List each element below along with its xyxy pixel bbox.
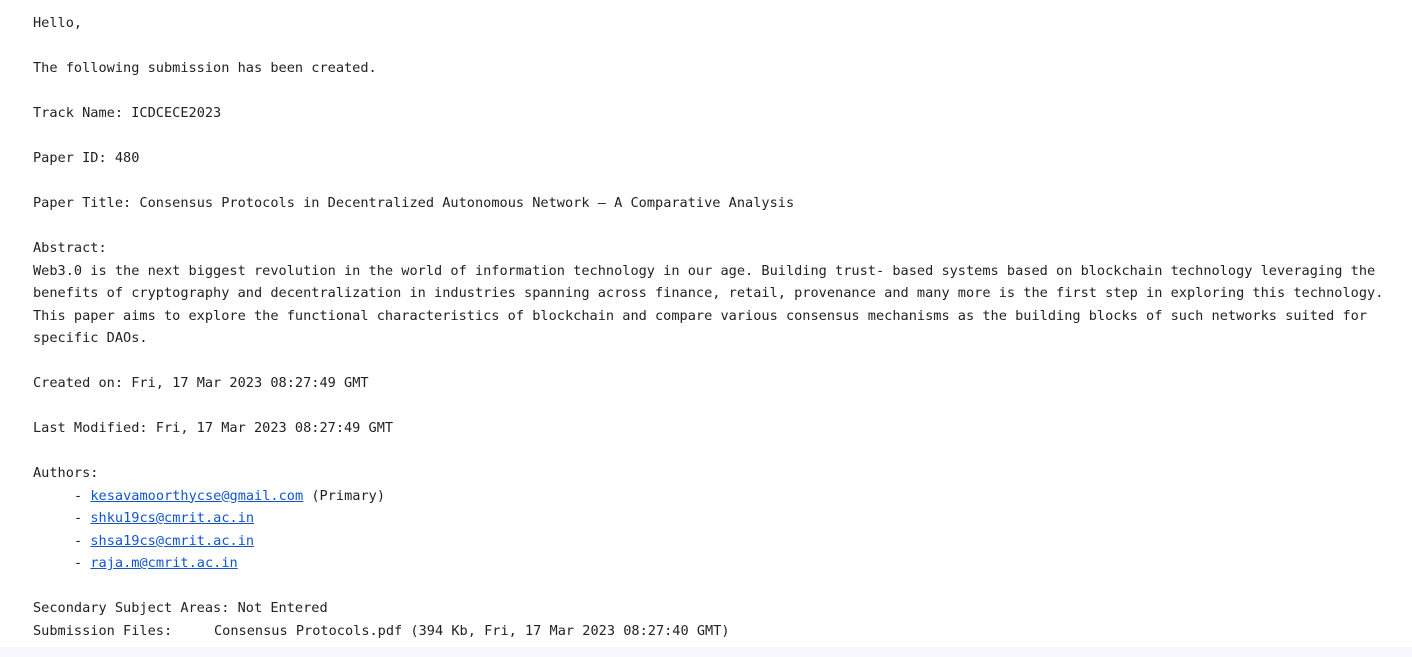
author-bullet: - <box>74 510 91 526</box>
author-email-link[interactable]: kesavamoorthycse@gmail.com <box>90 488 303 504</box>
paper-title-label: Paper Title: <box>33 195 132 211</box>
intro-text: The following submission has been create… <box>33 60 377 76</box>
track-name-value: ICDCECE2023 <box>131 105 222 121</box>
submission-files-value: Consensus Protocols.pdf (394 Kb, Fri, 17… <box>214 622 730 639</box>
author-item: - kesavamoorthycse@gmail.com (Primary) <box>33 485 1403 508</box>
created-on-label: Created on: <box>33 375 124 391</box>
author-bullet: - <box>74 487 91 504</box>
track-name-label: Track Name: <box>33 105 124 121</box>
bottom-band <box>0 647 1412 657</box>
paper-id-row: Paper ID: 480 <box>33 147 1403 170</box>
secondary-subject-areas-value: Not Entered <box>237 600 328 616</box>
last-modified-row: Last Modified: Fri, 17 Mar 2023 08:27:49… <box>33 417 1403 440</box>
author-item: - shku19cs@cmrit.ac.in <box>33 507 1403 530</box>
paper-id-value: 480 <box>114 150 140 166</box>
track-name-row: Track Name: ICDCECE2023 <box>33 102 1403 125</box>
greeting: Hello, <box>33 15 83 31</box>
author-primary-note: (Primary) <box>303 487 386 504</box>
created-on-row: Created on: Fri, 17 Mar 2023 08:27:49 GM… <box>33 372 1403 395</box>
author-bullet: - <box>74 555 91 571</box>
email-body: Hello, The following submission has been… <box>33 12 1403 642</box>
author-email-link[interactable]: shku19cs@cmrit.ac.in <box>90 510 254 526</box>
author-email-link[interactable]: shsa19cs@cmrit.ac.in <box>90 533 254 549</box>
submission-files-label: Submission Files: <box>33 622 173 639</box>
abstract-label: Abstract: <box>33 240 107 256</box>
author-bullet: - <box>74 532 91 549</box>
authors-label: Authors: <box>33 465 99 481</box>
author-item: - raja.m@cmrit.ac.in <box>33 552 1403 575</box>
last-modified-label: Last Modified: <box>33 420 148 436</box>
submission-files-row: Submission Files: Consensus Protocols.pd… <box>33 620 1403 643</box>
abstract-text: Web3.0 is the next biggest revolution in… <box>33 262 1384 347</box>
secondary-subject-areas-row: Secondary Subject Areas: Not Entered <box>33 597 1403 620</box>
paper-title-row: Paper Title: Consensus Protocols in Dece… <box>33 192 1403 215</box>
authors-list: - kesavamoorthycse@gmail.com (Primary) -… <box>33 485 1403 575</box>
paper-title-value: Consensus Protocols in Decentralized Aut… <box>139 195 795 211</box>
author-item: - shsa19cs@cmrit.ac.in <box>33 530 1403 553</box>
created-on-value: Fri, 17 Mar 2023 08:27:49 GMT <box>131 375 369 391</box>
secondary-subject-areas-label: Secondary Subject Areas: <box>33 600 230 616</box>
paper-id-label: Paper ID: <box>33 150 107 166</box>
last-modified-value: Fri, 17 Mar 2023 08:27:49 GMT <box>155 420 394 436</box>
author-email-link[interactable]: raja.m@cmrit.ac.in <box>90 555 237 571</box>
